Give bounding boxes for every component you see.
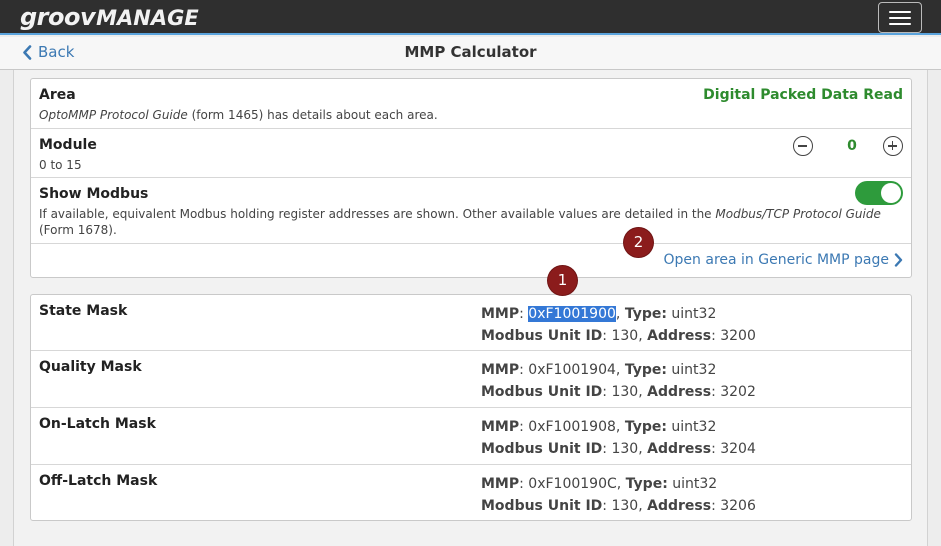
type-label: Type: (624, 362, 667, 378)
area-desc-rest: (form 1465) has details about each area. (187, 108, 438, 122)
nav-bar: Back MMP Calculator (0, 37, 941, 70)
modbus-guide-name: Modbus/TCP Protocol Guide (715, 207, 881, 221)
mask-info: MMP: 0xF1001908, Type: uint32 Modbus Uni… (481, 419, 756, 457)
type-value: uint32 (671, 419, 717, 435)
logo-part-manage: MANAGE (96, 6, 199, 30)
mmp-address-selected[interactable]: 0xF1001900 (528, 306, 616, 322)
table-row: State Mask MMP: 0xF1001900, Type: uint32… (31, 295, 911, 351)
mask-name: State Mask (39, 303, 128, 319)
type-value: uint32 (671, 362, 717, 378)
type-label: Type: (624, 419, 667, 435)
settings-panel: Area OptoMMP Protocol Guide (form 1465) … (30, 78, 912, 278)
show-modbus-row: Show Modbus If available, equivalent Mod… (31, 178, 911, 244)
type-label: Type: (625, 476, 668, 492)
type-value: uint32 (671, 306, 717, 322)
unit-id-value: 130 (611, 328, 639, 344)
open-link-row: Open area in Generic MMP page (31, 244, 911, 278)
unit-id-label: Modbus Unit ID (481, 384, 603, 400)
address-label: Address (647, 441, 712, 457)
mask-name: Off-Latch Mask (39, 473, 158, 489)
type-label: Type: (624, 306, 667, 322)
mmp-label: MMP (481, 306, 520, 322)
mmp-address: 0xF1001904 (528, 362, 616, 378)
hamburger-menu-button[interactable] (878, 2, 922, 33)
minus-circle-icon[interactable] (793, 136, 813, 156)
mmp-label: MMP (481, 419, 520, 435)
page-title: MMP Calculator (404, 43, 537, 61)
address-value: 3204 (720, 441, 756, 457)
table-row: On-Latch Mask MMP: 0xF1001908, Type: uin… (31, 408, 911, 465)
table-row: Quality Mask MMP: 0xF1001904, Type: uint… (31, 351, 911, 408)
unit-id-label: Modbus Unit ID (481, 328, 603, 344)
unit-id-label: Modbus Unit ID (481, 441, 603, 457)
open-generic-mmp-link[interactable]: Open area in Generic MMP page (664, 252, 903, 268)
address-value: 3202 (720, 384, 756, 400)
mmp-label: MMP (481, 476, 520, 492)
address-label: Address (647, 498, 712, 514)
mmp-label: MMP (481, 362, 520, 378)
address-value: 3206 (720, 498, 756, 514)
mask-name: On-Latch Mask (39, 416, 156, 432)
chevron-left-icon (23, 44, 32, 60)
hamburger-icon-bar-3 (889, 23, 911, 25)
mask-list-panel: State Mask MMP: 0xF1001900, Type: uint32… (30, 294, 912, 521)
logo-part-groov: groov (20, 3, 96, 31)
table-row: Off-Latch Mask MMP: 0xF100190C, Type: ui… (31, 465, 911, 521)
unit-id-value: 130 (611, 441, 639, 457)
module-stepper: 0 (793, 136, 903, 156)
type-value: uint32 (672, 476, 718, 492)
show-modbus-title: Show Modbus (39, 186, 149, 202)
hamburger-icon-bar-1 (889, 11, 911, 13)
back-button[interactable]: Back (22, 43, 74, 61)
area-guide-name: OptoMMP Protocol Guide (39, 108, 188, 122)
module-range: 0 to 15 (39, 158, 82, 172)
unit-id-value: 130 (611, 384, 639, 400)
show-modbus-desc-a: If available, equivalent Modbus holding … (39, 207, 716, 221)
callout-badge-1: 1 (548, 266, 577, 295)
unit-id-value: 130 (611, 498, 639, 514)
toggle-knob (881, 183, 901, 203)
module-value: 0 (847, 138, 857, 154)
address-label: Address (647, 328, 712, 344)
module-row: Module 0 to 15 0 (31, 129, 911, 178)
open-link-label: Open area in Generic MMP page (663, 252, 889, 268)
hamburger-icon-bar-2 (889, 17, 911, 19)
area-value[interactable]: Digital Packed Data Read (703, 87, 903, 103)
address-value: 3200 (720, 328, 756, 344)
chevron-right-icon (894, 253, 903, 267)
callout-badge-2: 2 (624, 228, 653, 257)
area-title: Area (39, 87, 76, 103)
show-modbus-description: If available, equivalent Modbus holding … (39, 206, 899, 238)
unit-id-label: Modbus Unit ID (481, 498, 603, 514)
show-modbus-desc-b: (Form 1678). (39, 223, 117, 237)
mask-info: MMP: 0xF100190C, Type: uint32 Modbus Uni… (481, 476, 756, 514)
back-label: Back (38, 43, 75, 61)
area-description: OptoMMP Protocol Guide (form 1465) has d… (39, 107, 438, 123)
groov-manage-logo[interactable]: groovMANAGE (20, 3, 199, 32)
mask-name: Quality Mask (39, 359, 142, 375)
mask-info: MMP: 0xF1001904, Type: uint32 Modbus Uni… (481, 362, 756, 400)
mmp-address: 0xF100190C (528, 476, 617, 492)
plus-circle-icon[interactable] (883, 136, 903, 156)
mmp-address: 0xF1001908 (528, 419, 616, 435)
show-modbus-toggle[interactable] (855, 181, 903, 205)
top-bar: groovMANAGE (0, 0, 941, 35)
area-row[interactable]: Area OptoMMP Protocol Guide (form 1465) … (31, 79, 911, 129)
address-label: Address (647, 384, 712, 400)
module-title: Module (39, 137, 97, 153)
mask-info: MMP: 0xF1001900, Type: uint32 Modbus Uni… (481, 306, 756, 344)
